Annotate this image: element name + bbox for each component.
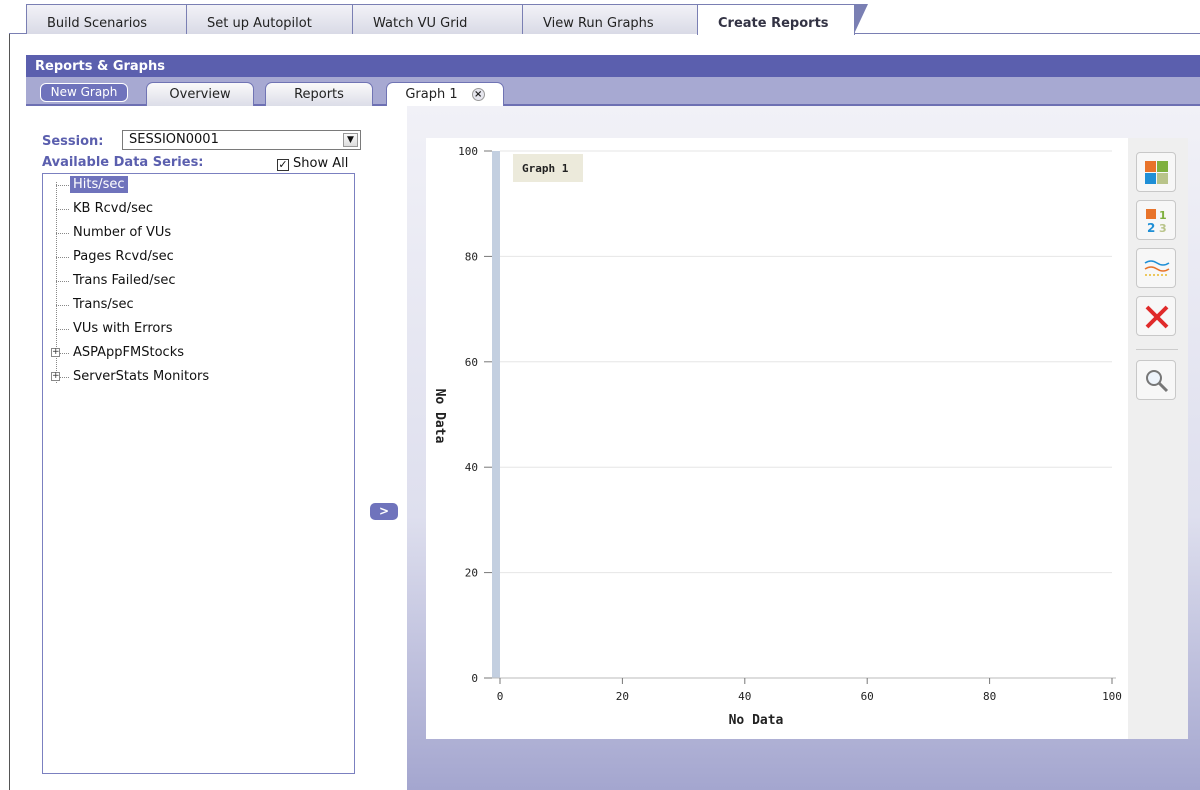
- y-tick-label: 60: [465, 356, 478, 369]
- session-dropdown[interactable]: SESSION0001 ▼: [122, 130, 361, 150]
- tab-label: Graph 1: [405, 87, 458, 102]
- toolbar-separator: [1136, 349, 1178, 350]
- y-axis-ticks: 0 20 40 60 80 100: [458, 145, 492, 685]
- x-tick-label: 40: [738, 690, 751, 703]
- panel-title: Reports & Graphs: [26, 55, 1200, 77]
- svg-text:2: 2: [1147, 221, 1155, 235]
- x-tick-label: 100: [1102, 690, 1122, 703]
- x-tick-label: 20: [616, 690, 629, 703]
- y-tick-label: 100: [458, 145, 478, 158]
- x-axis-ticks: 0 20 40 60 80 100: [497, 678, 1122, 703]
- chevron-down-icon[interactable]: ▼: [343, 133, 358, 147]
- tree-item-label: Trans/sec: [73, 297, 134, 312]
- tree-branch: [56, 233, 69, 234]
- delete-icon: [1145, 305, 1169, 329]
- tab-graph-1[interactable]: Graph 1 ×: [386, 82, 504, 106]
- tree-item-label: Pages Rcvd/sec: [73, 249, 174, 264]
- numbering-icon: 1 2 3: [1146, 209, 1167, 235]
- expand-plus-icon[interactable]: +: [51, 372, 60, 381]
- data-series-tree: Hits/sec KB Rcvd/sec Number of VUs Pages…: [42, 173, 355, 774]
- tree-item-label: Trans Failed/sec: [73, 273, 176, 288]
- colors-button[interactable]: [1136, 152, 1176, 192]
- checkbox-checked-icon[interactable]: ✓: [277, 159, 289, 171]
- tree-branch: [56, 281, 69, 282]
- tab-view-run-graphs[interactable]: View Run Graphs: [522, 4, 711, 34]
- tab-reports[interactable]: Reports: [265, 82, 373, 106]
- y-tick-label: 0: [471, 672, 478, 685]
- add-series-button[interactable]: >: [369, 502, 399, 521]
- series-selection-pane: Session: SESSION0001 ▼ Available Data Se…: [26, 106, 407, 790]
- app-window: Build Scenarios Set up Autopilot Watch V…: [0, 0, 1200, 790]
- tab-build-scenarios[interactable]: Build Scenarios: [26, 4, 201, 34]
- tab-label: Watch VU Grid: [373, 16, 468, 31]
- tab-set-up-autopilot[interactable]: Set up Autopilot: [186, 4, 367, 34]
- y-axis-bar: [492, 151, 500, 678]
- top-tab-bar: Build Scenarios Set up Autopilot Watch V…: [0, 0, 1200, 35]
- tab-label: Reports: [294, 87, 344, 102]
- show-all-checkbox[interactable]: ✓ Show All: [277, 156, 348, 171]
- tab-label: Set up Autopilot: [207, 16, 312, 31]
- colors-icon: [1145, 161, 1168, 184]
- close-tab-icon[interactable]: ×: [471, 88, 485, 101]
- tab-create-reports[interactable]: Create Reports: [697, 4, 868, 35]
- left-divider: [9, 33, 10, 790]
- tree-item-label: ASPAppFMStocks: [73, 345, 184, 360]
- tree-item-label: ServerStats Monitors: [73, 369, 210, 384]
- session-label: Session:: [42, 134, 104, 149]
- tree-item-label: VUs with Errors: [73, 321, 173, 336]
- grid-lines: [500, 150, 1112, 574]
- x-tick-label: 80: [983, 690, 996, 703]
- x-tick-label: 60: [861, 690, 874, 703]
- tab-label: View Run Graphs: [543, 16, 654, 31]
- tree-branch: [56, 257, 69, 258]
- tab-overview[interactable]: Overview: [146, 82, 254, 106]
- x-tick-label: 0: [497, 690, 504, 703]
- sub-tab-bar: New Graph Overview Reports Graph 1 ×: [26, 77, 1200, 106]
- graph-title: Graph 1: [522, 162, 569, 175]
- svg-text:3: 3: [1159, 222, 1167, 235]
- numbering-button[interactable]: 1 2 3: [1136, 200, 1176, 240]
- y-axis-label: No Data: [432, 389, 447, 444]
- show-all-label: Show All: [293, 156, 349, 171]
- tree-item-label: Number of VUs: [73, 225, 172, 240]
- new-graph-button[interactable]: New Graph: [40, 83, 128, 102]
- tree-branch: [56, 329, 69, 330]
- tab-label: Build Scenarios: [47, 16, 148, 31]
- tree-branch: [56, 209, 69, 210]
- tree-branch: [56, 305, 69, 306]
- tree-item-label: KB Rcvd/sec: [73, 201, 153, 216]
- tab-label: Create Reports: [718, 16, 829, 31]
- y-tick-label: 80: [465, 250, 478, 263]
- tree-item-label: Hits/sec: [70, 176, 128, 193]
- tree-branch: [56, 185, 69, 186]
- graph-chart: 0 20 40 60 80 100 0 20 40 60 80 100 Graph 1 No Dat…: [432, 145, 1122, 728]
- zoom-icon: [1146, 370, 1169, 393]
- available-series-label: Available Data Series:: [42, 155, 204, 170]
- delete-button[interactable]: [1136, 296, 1176, 336]
- session-value: SESSION0001: [129, 132, 219, 147]
- zoom-button[interactable]: [1136, 360, 1176, 400]
- svg-text:1: 1: [1159, 209, 1167, 222]
- y-tick-label: 40: [465, 461, 478, 474]
- tab-watch-vu-grid[interactable]: Watch VU Grid: [352, 4, 537, 34]
- line-style-button[interactable]: [1136, 248, 1176, 288]
- tab-label: Overview: [169, 87, 231, 102]
- x-axis-label: No Data: [729, 713, 784, 728]
- graph-toolbar: 1 2 3: [1128, 138, 1188, 739]
- line-style-icon: [1144, 260, 1170, 276]
- expand-plus-icon[interactable]: +: [51, 348, 60, 357]
- y-tick-label: 20: [465, 567, 478, 580]
